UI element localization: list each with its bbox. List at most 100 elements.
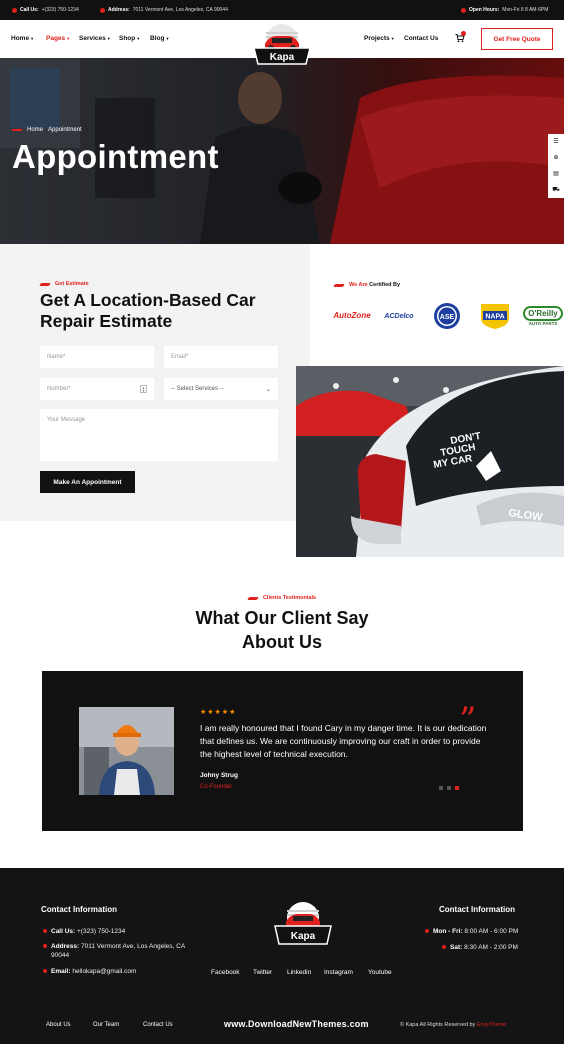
carousel-dots: [439, 786, 459, 790]
topbar-phone-value: +(323) 750-1234: [41, 7, 79, 13]
topbar-address-label: Address:: [108, 7, 130, 13]
napa-logo: NAPA: [479, 302, 511, 330]
footer-link-about[interactable]: About Us: [46, 1022, 71, 1028]
chevron-down-icon: ▼: [106, 36, 111, 41]
carousel-dot[interactable]: [439, 786, 443, 790]
chevron-down-icon: ▼: [165, 36, 170, 41]
topbar-address-value: 7011 Vermont Ave, Los Angeles, CA 90044: [132, 7, 228, 13]
breadcrumb-current: Appointment: [48, 127, 82, 133]
phone-icon: [43, 929, 47, 933]
footer-hours-saturday: Sat: 8:30 AM - 2:00 PM: [442, 943, 518, 952]
social-link-facebook[interactable]: Facebook: [211, 969, 240, 976]
nav-item-home[interactable]: Home▼: [11, 35, 34, 42]
number-field[interactable]: Number* ▴ ▾: [40, 378, 154, 400]
nav-item-services[interactable]: Services▼: [79, 35, 111, 42]
ase-seal-icon: ASE: [434, 303, 460, 329]
autozone-logo: AutoZone: [333, 311, 371, 320]
chevron-down-icon: ▼: [30, 36, 35, 41]
number-spinner-icon[interactable]: ▴ ▾: [140, 385, 147, 393]
swoosh-icon: [247, 596, 259, 600]
nav-item-contact[interactable]: Contact Us: [404, 35, 438, 42]
nav-item-pages[interactable]: Pages▼: [46, 35, 70, 42]
footer-phone[interactable]: Call Us: +(323) 750-1234: [43, 927, 125, 936]
watermark-text: www.DownloadNewThemes.com: [224, 1019, 369, 1029]
name-field[interactable]: Name*: [40, 346, 154, 368]
testimonials-title: What Our Client Say About Us: [195, 608, 369, 652]
chevron-down-icon: ▼: [136, 36, 141, 41]
certified-kicker: We Are Certified By: [333, 282, 400, 288]
location-icon: [100, 7, 105, 13]
testimonial-quote: I am really honoured that I found Cary i…: [200, 723, 487, 759]
acdelco-logo: ACDelco: [384, 312, 414, 320]
copyright-text: © Kapa All Rights Reserved by EnvyTheme: [400, 1022, 507, 1028]
footer-contact-title-left: Contact Information: [41, 905, 117, 914]
social-link-youtube[interactable]: Youtube: [368, 969, 392, 976]
topbar-address: Address: 7011 Vermont Ave, Los Angeles, …: [100, 7, 228, 13]
logo-text: Kapa: [270, 52, 295, 63]
clock-icon: [461, 7, 466, 13]
swoosh-icon: [333, 283, 345, 287]
layers-icon[interactable]: ☰: [548, 134, 564, 150]
footer-logo-text: Kapa: [291, 931, 316, 942]
side-toolbar: ☰ ⊕ ▤ ⛟: [548, 134, 564, 198]
testimonial-role: Co-Founder: [200, 784, 233, 790]
nav-item-projects[interactable]: Projects▼: [364, 35, 395, 42]
book-icon[interactable]: ▤: [548, 166, 564, 182]
clock-icon: [442, 945, 446, 949]
swoosh-icon: [39, 282, 51, 286]
chevron-down-icon: ▼: [66, 36, 71, 41]
testimonial-name: Johny Strug: [200, 772, 238, 779]
estimate-kicker: Get Estimate: [39, 281, 89, 287]
breadcrumb-home-link[interactable]: Home: [27, 127, 43, 133]
clock-icon: [425, 929, 429, 933]
breadcrumb-marker: [12, 129, 22, 131]
phone-icon: [12, 7, 17, 13]
kapa-logo[interactable]: Kapa: [251, 22, 313, 72]
topbar-hours-value: Mon-Fri II 8 AM-6PM: [502, 7, 549, 13]
hero-banner: Home Appointment Appointment ☰ ⊕ ▤ ⛟: [0, 58, 564, 244]
ase-logo: ASE: [433, 302, 461, 330]
footer-kapa-logo[interactable]: Kapa: [272, 900, 334, 952]
footer-address: Address: 7011 Vermont Ave, Los Angeles, …: [43, 942, 193, 960]
carousel-dot-active[interactable]: [455, 786, 459, 790]
estimate-title: Get A Location-Based Car Repair Estimate: [40, 290, 256, 331]
email-field[interactable]: Email*: [164, 346, 278, 368]
svg-text:NAPA: NAPA: [485, 314, 504, 321]
social-link-instagram[interactable]: Instagram: [324, 969, 353, 976]
nav-item-blog[interactable]: Blog▼: [150, 35, 169, 42]
oreilly-logo: O'Reilly AUTO PARTS: [523, 302, 563, 330]
footer-link-team[interactable]: Our Team: [93, 1022, 119, 1028]
cart-icon[interactable]: ⛟: [548, 182, 564, 198]
nav-item-shop[interactable]: Shop▼: [119, 35, 140, 42]
top-bar: Call Us: +(323) 750-1234 Address: 7011 V…: [0, 0, 564, 20]
car-photo: DON'T TOUCH MY CAR GLOW: [296, 366, 564, 557]
footer-email[interactable]: Email: hellokapa@gmail.com: [43, 967, 136, 976]
location-icon: [43, 944, 47, 948]
service-select[interactable]: -- Select Services -- ⌄: [164, 378, 278, 400]
footer-contact-title-right: Contact Information: [439, 905, 515, 914]
topbar-hours-label: Open Hours:: [469, 7, 500, 13]
chevron-down-icon: ⌄: [265, 387, 271, 393]
testimonial-avatar: [79, 707, 174, 795]
rating-stars: ★★★★★: [200, 709, 237, 716]
chevron-down-icon: ▼: [390, 36, 395, 41]
carousel-dot[interactable]: [447, 786, 451, 790]
footer-link-contact[interactable]: Contact Us: [143, 1022, 173, 1028]
social-link-twitter[interactable]: Twitter: [253, 969, 272, 976]
make-appointment-button[interactable]: Make An Appointment: [40, 471, 135, 493]
target-icon[interactable]: ⊕: [548, 150, 564, 166]
email-icon: [43, 969, 47, 973]
copyright-brand-link[interactable]: EnvyTheme: [477, 1022, 506, 1028]
topbar-phone[interactable]: Call Us: +(323) 750-1234: [12, 7, 79, 13]
page-title: Appointment: [12, 138, 219, 175]
breadcrumb: Home Appointment: [12, 127, 82, 133]
message-field[interactable]: Your Message: [40, 409, 278, 461]
get-free-quote-button[interactable]: Get Free Quote: [481, 28, 553, 50]
avatar-image: [79, 707, 174, 795]
topbar-phone-label: Call Us:: [20, 7, 39, 13]
napa-shield-icon: NAPA: [481, 304, 509, 329]
footer-hours-weekday: Mon - Fri: 8:00 AM - 6:00 PM: [425, 927, 518, 936]
social-link-linkedin[interactable]: Linkedin: [287, 969, 311, 976]
cart-count-badge: [461, 31, 466, 36]
testimonials-kicker: Clients Testimonials: [0, 595, 564, 601]
